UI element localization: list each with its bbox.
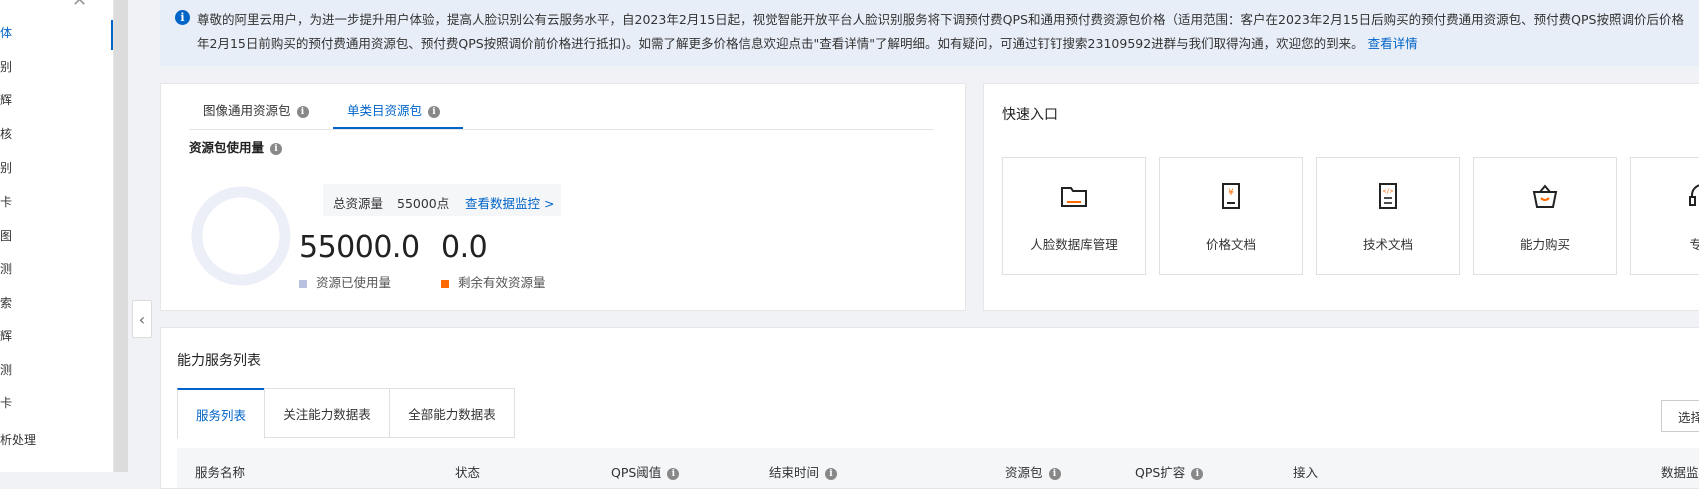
legend-used: 资源已使用量 xyxy=(299,272,391,291)
legend-remaining-label: 剩余有效资源量 xyxy=(458,275,546,290)
sidebar-item[interactable]: 卡 xyxy=(0,192,113,212)
tab-service-list[interactable]: 服务列表 xyxy=(177,388,265,439)
tile-label: 价格文档 xyxy=(1205,237,1256,252)
sidebar-item[interactable]: 辉 xyxy=(0,326,113,346)
column-header-text: QPS扩容 xyxy=(1135,465,1186,480)
legend-used-swatch xyxy=(299,279,307,288)
tile-label: 人脸数据库管理 xyxy=(1030,237,1118,252)
quick-entry-title: 快速入口 xyxy=(1002,107,1058,123)
svg-text:</>: </> xyxy=(1383,188,1394,195)
tile-tech-doc[interactable]: </> 技术文档 xyxy=(1316,157,1460,275)
used-value: 55000.0 xyxy=(299,230,420,265)
notice-line-1: 尊敬的阿里云用户，为进一步提升用户体验，提高人脸识别公有云服务水平，自2023年… xyxy=(197,12,1684,27)
legend-used-label: 资源已使用量 xyxy=(316,275,392,290)
column-header-text: 结束时间 xyxy=(769,465,820,480)
price-doc-icon: ¥ xyxy=(1222,183,1240,209)
info-icon[interactable]: i xyxy=(1048,467,1061,480)
tab-single-category-pack[interactable]: 单类目资源包 i xyxy=(347,100,441,119)
tile-price-doc[interactable]: ¥ 价格文档 xyxy=(1159,157,1303,275)
service-table-header: 服务名称 状态 QPS阈值 i 结束时间 i 资源包 i QPS扩容 i 接入 数据监 xyxy=(177,448,1699,488)
sidebar-item[interactable]: 核 xyxy=(0,124,113,144)
sidebar-item[interactable]: 测 xyxy=(0,360,113,380)
tab-general-resource-pack[interactable]: 图像通用资源包 i xyxy=(203,100,309,119)
info-icon: i xyxy=(175,10,190,25)
usage-title: 资源包使用量 i xyxy=(189,137,283,156)
column-header-text: 资源包 xyxy=(1005,465,1043,480)
donut-ring xyxy=(191,186,291,286)
notice-line-2-text: 年2月15日前购买的预付费通用资源包、预付费QPS按照调价前价格进行抵扣)。如需… xyxy=(197,36,1364,51)
sidebar-item[interactable]: 别 xyxy=(0,57,113,77)
sidebar-item[interactable]: 卡 xyxy=(0,393,113,413)
info-icon[interactable]: i xyxy=(428,105,441,118)
notice-line-2: 年2月15日前购买的预付费通用资源包、预付费QPS按照调价前价格进行抵扣)。如需… xyxy=(197,33,1418,52)
tile-label: 技术文档 xyxy=(1362,237,1413,252)
tile-purchase[interactable]: 能力购买 xyxy=(1473,157,1617,275)
column-header-text: QPS阈值 xyxy=(611,465,662,480)
tabs-divider xyxy=(189,129,934,130)
headset-icon xyxy=(1689,184,1699,206)
view-monitor-link[interactable]: 查看数据监控 > xyxy=(465,193,554,212)
svg-text:¥: ¥ xyxy=(1228,188,1234,198)
sidebar-item[interactable]: 体 xyxy=(0,23,113,43)
collapse-sidebar-button[interactable]: ‹ xyxy=(132,300,152,338)
notice-banner: i 尊敬的阿里云用户，为进一步提升用户体验，提高人脸识别公有云服务水平，自202… xyxy=(160,0,1699,66)
tech-doc-icon: </> xyxy=(1379,183,1397,209)
info-icon[interactable]: i xyxy=(296,105,309,118)
info-icon[interactable]: i xyxy=(667,467,680,480)
tile-label: 能力购买 xyxy=(1519,237,1570,252)
resource-card: 图像通用资源包 i 单类目资源包 i 资源包使用量 i 总资源量 55000点 查看数… xyxy=(160,83,966,311)
service-list-card: 能力服务列表 服务列表 关注能力数据表 全部能力数据表 选择 服务名称 状态 Q… xyxy=(160,327,1699,489)
service-list-title: 能力服务列表 xyxy=(177,353,261,369)
sidebar-item[interactable]: 图 xyxy=(0,226,113,246)
quick-entry-card: 快速入口 人脸数据库管理 ¥ 价格文档 </> 技术文档 能力购买 专 xyxy=(983,83,1699,311)
total-resource-label: 总资源量 xyxy=(333,196,384,211)
sidebar-item[interactable]: 别 xyxy=(0,158,113,178)
sidebar-item[interactable]: 索 xyxy=(0,293,113,313)
select-button[interactable]: 选择 xyxy=(1661,400,1699,432)
sidebar-scrollbar[interactable] xyxy=(114,0,128,472)
sidebar-item[interactable]: 析处理 xyxy=(0,430,113,450)
usage-donut-chart xyxy=(191,186,291,286)
tile-dedicated[interactable]: 专属 xyxy=(1630,157,1699,275)
folder-icon xyxy=(1061,187,1087,207)
info-icon[interactable]: i xyxy=(270,142,283,155)
tile-face-database[interactable]: 人脸数据库管理 xyxy=(1002,157,1146,275)
tab-label: 单类目资源包 xyxy=(347,103,423,118)
chevron-left-icon: ‹ xyxy=(138,309,146,329)
tab-label: 图像通用资源包 xyxy=(203,103,291,118)
sidebar-item[interactable]: 测 xyxy=(0,259,113,279)
tile-label: 专属 xyxy=(1689,237,1699,252)
info-icon[interactable]: i xyxy=(825,467,838,480)
remaining-value: 0.0 xyxy=(441,230,488,265)
view-details-link[interactable]: 查看详情 xyxy=(1368,36,1418,51)
total-resource-box: 总资源量 55000点 查看数据监控 > xyxy=(323,184,561,216)
usage-title-text: 资源包使用量 xyxy=(189,140,265,155)
close-icon[interactable]: ✕ xyxy=(72,0,87,11)
sidebar-item[interactable]: 辉 xyxy=(0,90,113,110)
info-icon[interactable]: i xyxy=(1191,467,1204,480)
legend-remaining: 剩余有效资源量 xyxy=(441,272,546,291)
total-resource-value: 55000点 xyxy=(397,196,450,211)
legend-remaining-swatch xyxy=(441,279,449,288)
shopping-bag-icon xyxy=(1532,184,1558,208)
tab-followed-capabilities[interactable]: 关注能力数据表 xyxy=(264,388,390,438)
sidebar: ✕ 体别辉核别卡图测索辉测卡析处理 xyxy=(0,0,114,472)
tab-all-capabilities[interactable]: 全部能力数据表 xyxy=(389,388,515,438)
